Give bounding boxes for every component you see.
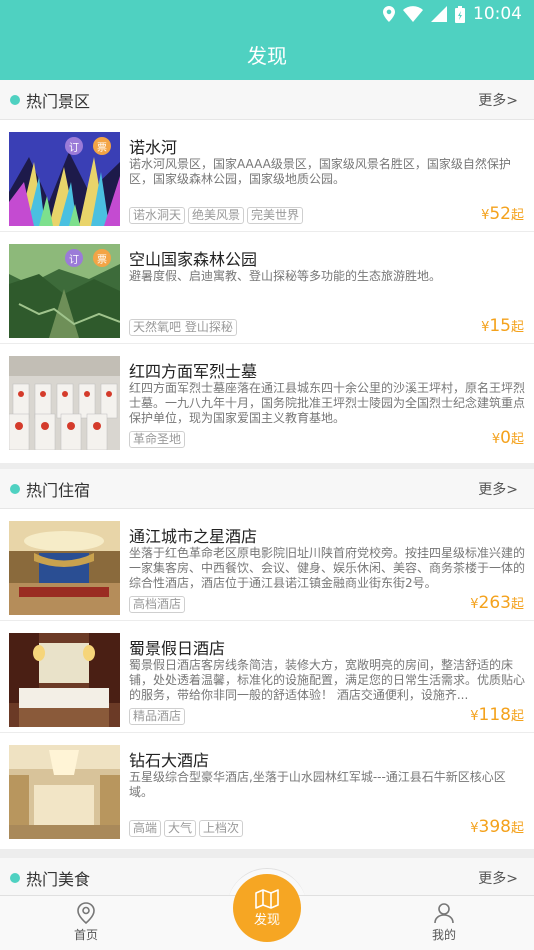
user-icon: [434, 903, 454, 924]
tab-mine-label: 我的: [432, 928, 457, 942]
item-image: 订 票: [9, 132, 120, 226]
item-tag: 高档酒店: [129, 596, 186, 613]
item-price: ¥0起: [491, 428, 524, 448]
item-tags: 诺水洞天 绝美风景 完美世界: [129, 207, 304, 224]
item-image: [9, 633, 120, 727]
section-scenic: 热门景区 更多> 订 票 诺水河 诺水河风景区，国家AAAA级景区，国家级风景名…: [0, 80, 534, 463]
item-price: ¥52起: [481, 204, 524, 224]
tab-discover[interactable]: 发现: [233, 874, 301, 942]
section-header: 热门景区 更多>: [0, 80, 534, 120]
more-link[interactable]: 更多>: [478, 479, 518, 499]
item-image: [9, 521, 120, 615]
item-tag: 精品酒店: [129, 708, 186, 725]
item-title: 蜀景假日酒店: [129, 639, 226, 658]
list-item[interactable]: 订 票 诺水河 诺水河风景区，国家AAAA级景区，国家级风景名胜区，国家级自然保…: [0, 120, 534, 232]
item-title: 通江城市之星酒店: [129, 527, 258, 546]
item-desc: 诺水河风景区，国家AAAA级景区，国家级风景名胜区，国家级自然保护区，国家级森林…: [129, 157, 511, 186]
list-item[interactable]: 钻石大酒店 五星级综合型豪华酒店,坐落于山水园林红军城---通江县石牛新区核心区…: [0, 733, 534, 845]
tab-home[interactable]: 首页: [74, 902, 98, 943]
item-desc: 蜀景假日酒店客房线条简洁，装修大方，宽敞明亮的房间，整洁舒适的床铺，处处透着温馨…: [129, 658, 525, 702]
ticket-badge: 票: [93, 249, 111, 267]
item-image: [9, 356, 120, 450]
more-link[interactable]: 更多>: [478, 868, 518, 888]
item-title: 诺水河: [129, 138, 178, 157]
item-price: ¥398起: [470, 817, 524, 837]
list-item[interactable]: 红四方面军烈士墓 红四方面军烈士墓座落在通江县城东四十余公里的沙溪王坪村，原名王…: [0, 344, 534, 456]
item-tags: 高档酒店: [129, 596, 186, 613]
item-desc: 五星级综合型豪华酒店,坐落于山水园林红军城---通江县石牛新区核心区域。: [129, 770, 506, 799]
booking-badge: 订: [65, 137, 83, 155]
item-tags: 高端 大气 上档次: [129, 820, 244, 837]
item-tag: 诺水洞天: [129, 207, 186, 224]
status-bar: 10:04: [0, 0, 534, 28]
booking-badge: 订: [65, 249, 83, 267]
wifi-icon: [403, 6, 423, 22]
item-price: ¥118起: [470, 705, 524, 725]
item-image: [9, 745, 120, 839]
item-title: 空山国家森林公园: [129, 250, 258, 269]
item-tag: 天然氧吧 登山探秘: [129, 319, 237, 336]
item-tags: 精品酒店: [129, 708, 186, 725]
page-title: 发现: [247, 43, 287, 68]
item-title: 红四方面军烈士墓: [129, 362, 258, 381]
item-tag: 完美世界: [247, 207, 304, 224]
tab-home-label: 首页: [74, 928, 99, 942]
section-title: 热门住宿: [26, 480, 91, 500]
section-dot-icon: [10, 94, 20, 105]
ticket-badge: 票: [93, 137, 111, 155]
section-header: 热门住宿 更多>: [0, 469, 534, 509]
section-lodging: 热门住宿 更多> 通江城市之星酒店 坐落于红色革命老区原电影院旧址川陕首府党校旁…: [0, 469, 534, 849]
list-item[interactable]: 蜀景假日酒店 蜀景假日酒店客房线条简洁，装修大方，宽敞明亮的房间，整洁舒适的床铺…: [0, 621, 534, 733]
section-title: 热门景区: [26, 91, 91, 111]
battery-icon: [455, 5, 465, 23]
item-tag: 大气: [164, 820, 197, 837]
list-item[interactable]: 订 票 空山国家森林公园 避暑度假、启迪寓教、登山探秘等多功能的生态旅游胜地。 …: [0, 232, 534, 344]
item-tag: 高端: [129, 820, 162, 837]
map-icon: [255, 888, 279, 909]
item-desc: 坐落于红色革命老区原电影院旧址川陕首府党校旁。按挂四星级标准兴建的一家集客房、中…: [129, 546, 525, 590]
more-link[interactable]: 更多>: [478, 90, 518, 110]
item-tags: 天然氧吧 登山探秘: [129, 319, 237, 336]
item-image: 订 票: [9, 244, 120, 338]
location-icon: [383, 6, 395, 22]
signal-icon: [431, 6, 447, 22]
item-desc: 避暑度假、启迪寓教、登山探秘等多功能的生态旅游胜地。: [129, 269, 442, 283]
location-pin-icon: [77, 902, 95, 924]
item-title: 钻石大酒店: [129, 751, 210, 770]
tab-mine[interactable]: 我的: [432, 902, 456, 943]
item-desc: 红四方面军烈士墓座落在通江县城东四十余公里的沙溪王坪村，原名王坪烈士墓。一九八九…: [129, 381, 525, 425]
app-bar: 发现: [0, 28, 534, 80]
item-price: ¥263起: [470, 593, 524, 613]
item-tag: 上档次: [199, 820, 244, 837]
section-dot-icon: [10, 872, 20, 883]
tab-discover-label: 发现: [253, 912, 280, 928]
item-tags: 革命圣地: [129, 431, 186, 448]
item-price: ¥15起: [481, 316, 524, 336]
item-tag: 革命圣地: [129, 431, 186, 448]
status-time: 10:04: [473, 4, 522, 24]
list-item[interactable]: 通江城市之星酒店 坐落于红色革命老区原电影院旧址川陕首府党校旁。按挂四星级标准兴…: [0, 509, 534, 621]
section-dot-icon: [10, 483, 20, 494]
item-tag: 绝美风景: [188, 207, 245, 224]
